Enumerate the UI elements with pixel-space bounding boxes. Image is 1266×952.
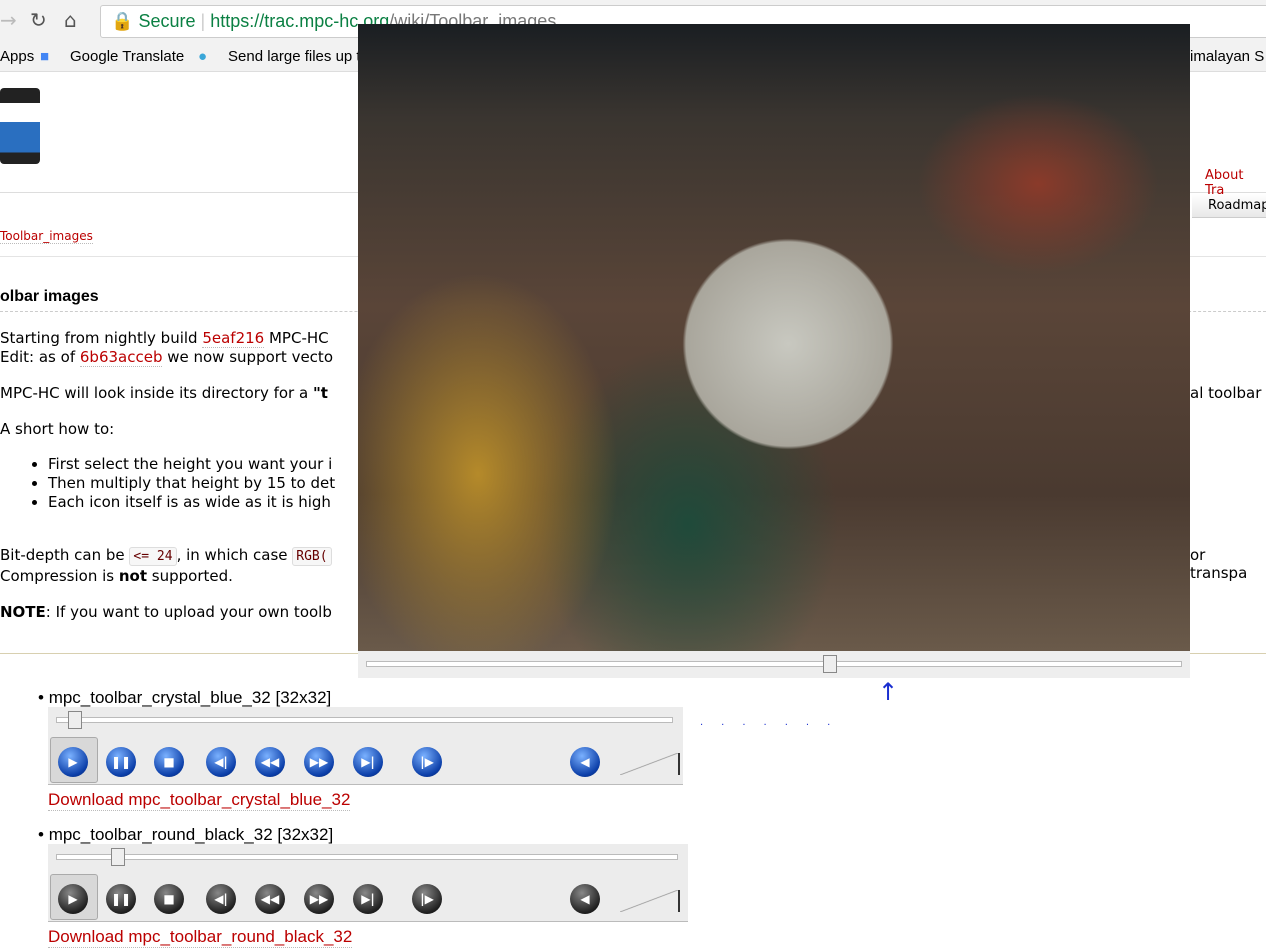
toolbar-preview-crystal-blue: ▶ ❚❚ ■ ◀| ◀◀ ▶▶ ▶| |▶ ◀: [48, 707, 683, 785]
download-crystal-blue-link[interactable]: Download mpc_toolbar_crystal_blue_32: [48, 790, 351, 811]
video-frame[interactable]: [358, 24, 1190, 651]
prev-button[interactable]: ◀|: [206, 884, 236, 914]
rewind-button[interactable]: ◀◀: [255, 747, 285, 777]
annotation-dots: ·······: [700, 720, 849, 731]
volume-slider[interactable]: [620, 753, 680, 775]
commit-link-5eaf216[interactable]: 5eaf216: [202, 329, 265, 348]
toolbar-title-crystal-blue: • mpc_toolbar_crystal_blue_32 [32x32]: [38, 688, 332, 707]
list-item: First select the height you want your i: [48, 455, 335, 474]
seek-thumb[interactable]: [68, 711, 83, 729]
toolbar-preview-round-black: ▶ ❚❚ ■ ◀| ◀◀ ▶▶ ▶| |▶ ◀: [48, 844, 688, 922]
stop-button[interactable]: ■: [154, 884, 184, 914]
paragraph-6: Compression is not supported.: [0, 567, 233, 585]
list-item: Then multiply that height by 15 to det: [48, 474, 335, 493]
roadmap-label: Roadmap: [1208, 198, 1266, 213]
volume-icon[interactable]: ◀: [570, 884, 600, 914]
player-seekbar[interactable]: [358, 651, 1190, 678]
rewind-button[interactable]: ◀◀: [255, 884, 285, 914]
paragraph-1: Starting from nightly build 5eaf216 MPC-…: [0, 329, 329, 348]
paragraph-5: Bit-depth can be <= 24, in which case RG…: [0, 546, 332, 566]
toolbar-title-round-black: • mpc_toolbar_round_black_32 [32x32]: [38, 825, 334, 844]
volume-slider[interactable]: [620, 890, 680, 912]
paragraph-3-tail: al toolbar: [1190, 384, 1262, 402]
forward-button[interactable]: ▶▶: [304, 884, 334, 914]
bookmark-apps[interactable]: Apps: [0, 44, 34, 70]
google-translate-icon: ■: [40, 48, 50, 65]
pause-button[interactable]: ❚❚: [106, 884, 136, 914]
paragraph-5-tail: or transpa: [1190, 546, 1248, 582]
lock-icon: 🔒: [111, 11, 134, 31]
paragraph-2: Edit: as of 6b63acceb we now support vec…: [0, 348, 333, 367]
bookmark-google-translate[interactable]: Google Translate: [70, 44, 184, 70]
commit-link-6b63acceb[interactable]: 6b63acceb: [79, 348, 163, 367]
bookmark-himalayan[interactable]: imalayan S: [1190, 44, 1264, 70]
frame-step-button[interactable]: |▶: [412, 884, 442, 914]
page-title: olbar images: [0, 288, 99, 305]
next-button[interactable]: ▶|: [353, 747, 383, 777]
player-seek-thumb[interactable]: [822, 655, 837, 673]
stop-button[interactable]: ■: [154, 747, 184, 777]
nav-roadmap[interactable]: Roadmap: [1192, 194, 1266, 218]
breadcrumb[interactable]: Toolbar_images: [0, 229, 93, 244]
send-files-icon: ●: [198, 48, 208, 65]
note: NOTE: If you want to upload your own too…: [0, 603, 332, 621]
volume-icon[interactable]: ◀: [570, 747, 600, 777]
pause-button[interactable]: ❚❚: [106, 747, 136, 777]
play-button[interactable]: ▶: [58, 884, 88, 914]
home-icon[interactable]: ⌂: [64, 8, 77, 32]
download-round-black-link[interactable]: Download mpc_toolbar_round_black_32: [48, 927, 353, 948]
reload-icon[interactable]: ↻: [30, 8, 47, 32]
forward-icon[interactable]: →: [0, 8, 17, 32]
how-to-list: First select the height you want your i …: [48, 455, 335, 512]
play-button[interactable]: ▶: [58, 747, 88, 777]
prev-button[interactable]: ◀|: [206, 747, 236, 777]
forward-button[interactable]: ▶▶: [304, 747, 334, 777]
annotation-arrow: ↑: [878, 678, 899, 706]
secure-label: Secure: [138, 11, 196, 31]
list-item: Each icon itself is as wide as it is hig…: [48, 493, 335, 512]
paragraph-3: MPC-HC will look inside its directory fo…: [0, 384, 328, 402]
frame-step-button[interactable]: |▶: [412, 747, 442, 777]
mpc-hc-logo: [0, 88, 40, 164]
bookmark-send-large-files[interactable]: Send large files up t: [228, 44, 361, 70]
seek-thumb[interactable]: [110, 848, 125, 866]
how-to-heading: A short how to:: [0, 420, 115, 438]
next-button[interactable]: ▶|: [353, 884, 383, 914]
